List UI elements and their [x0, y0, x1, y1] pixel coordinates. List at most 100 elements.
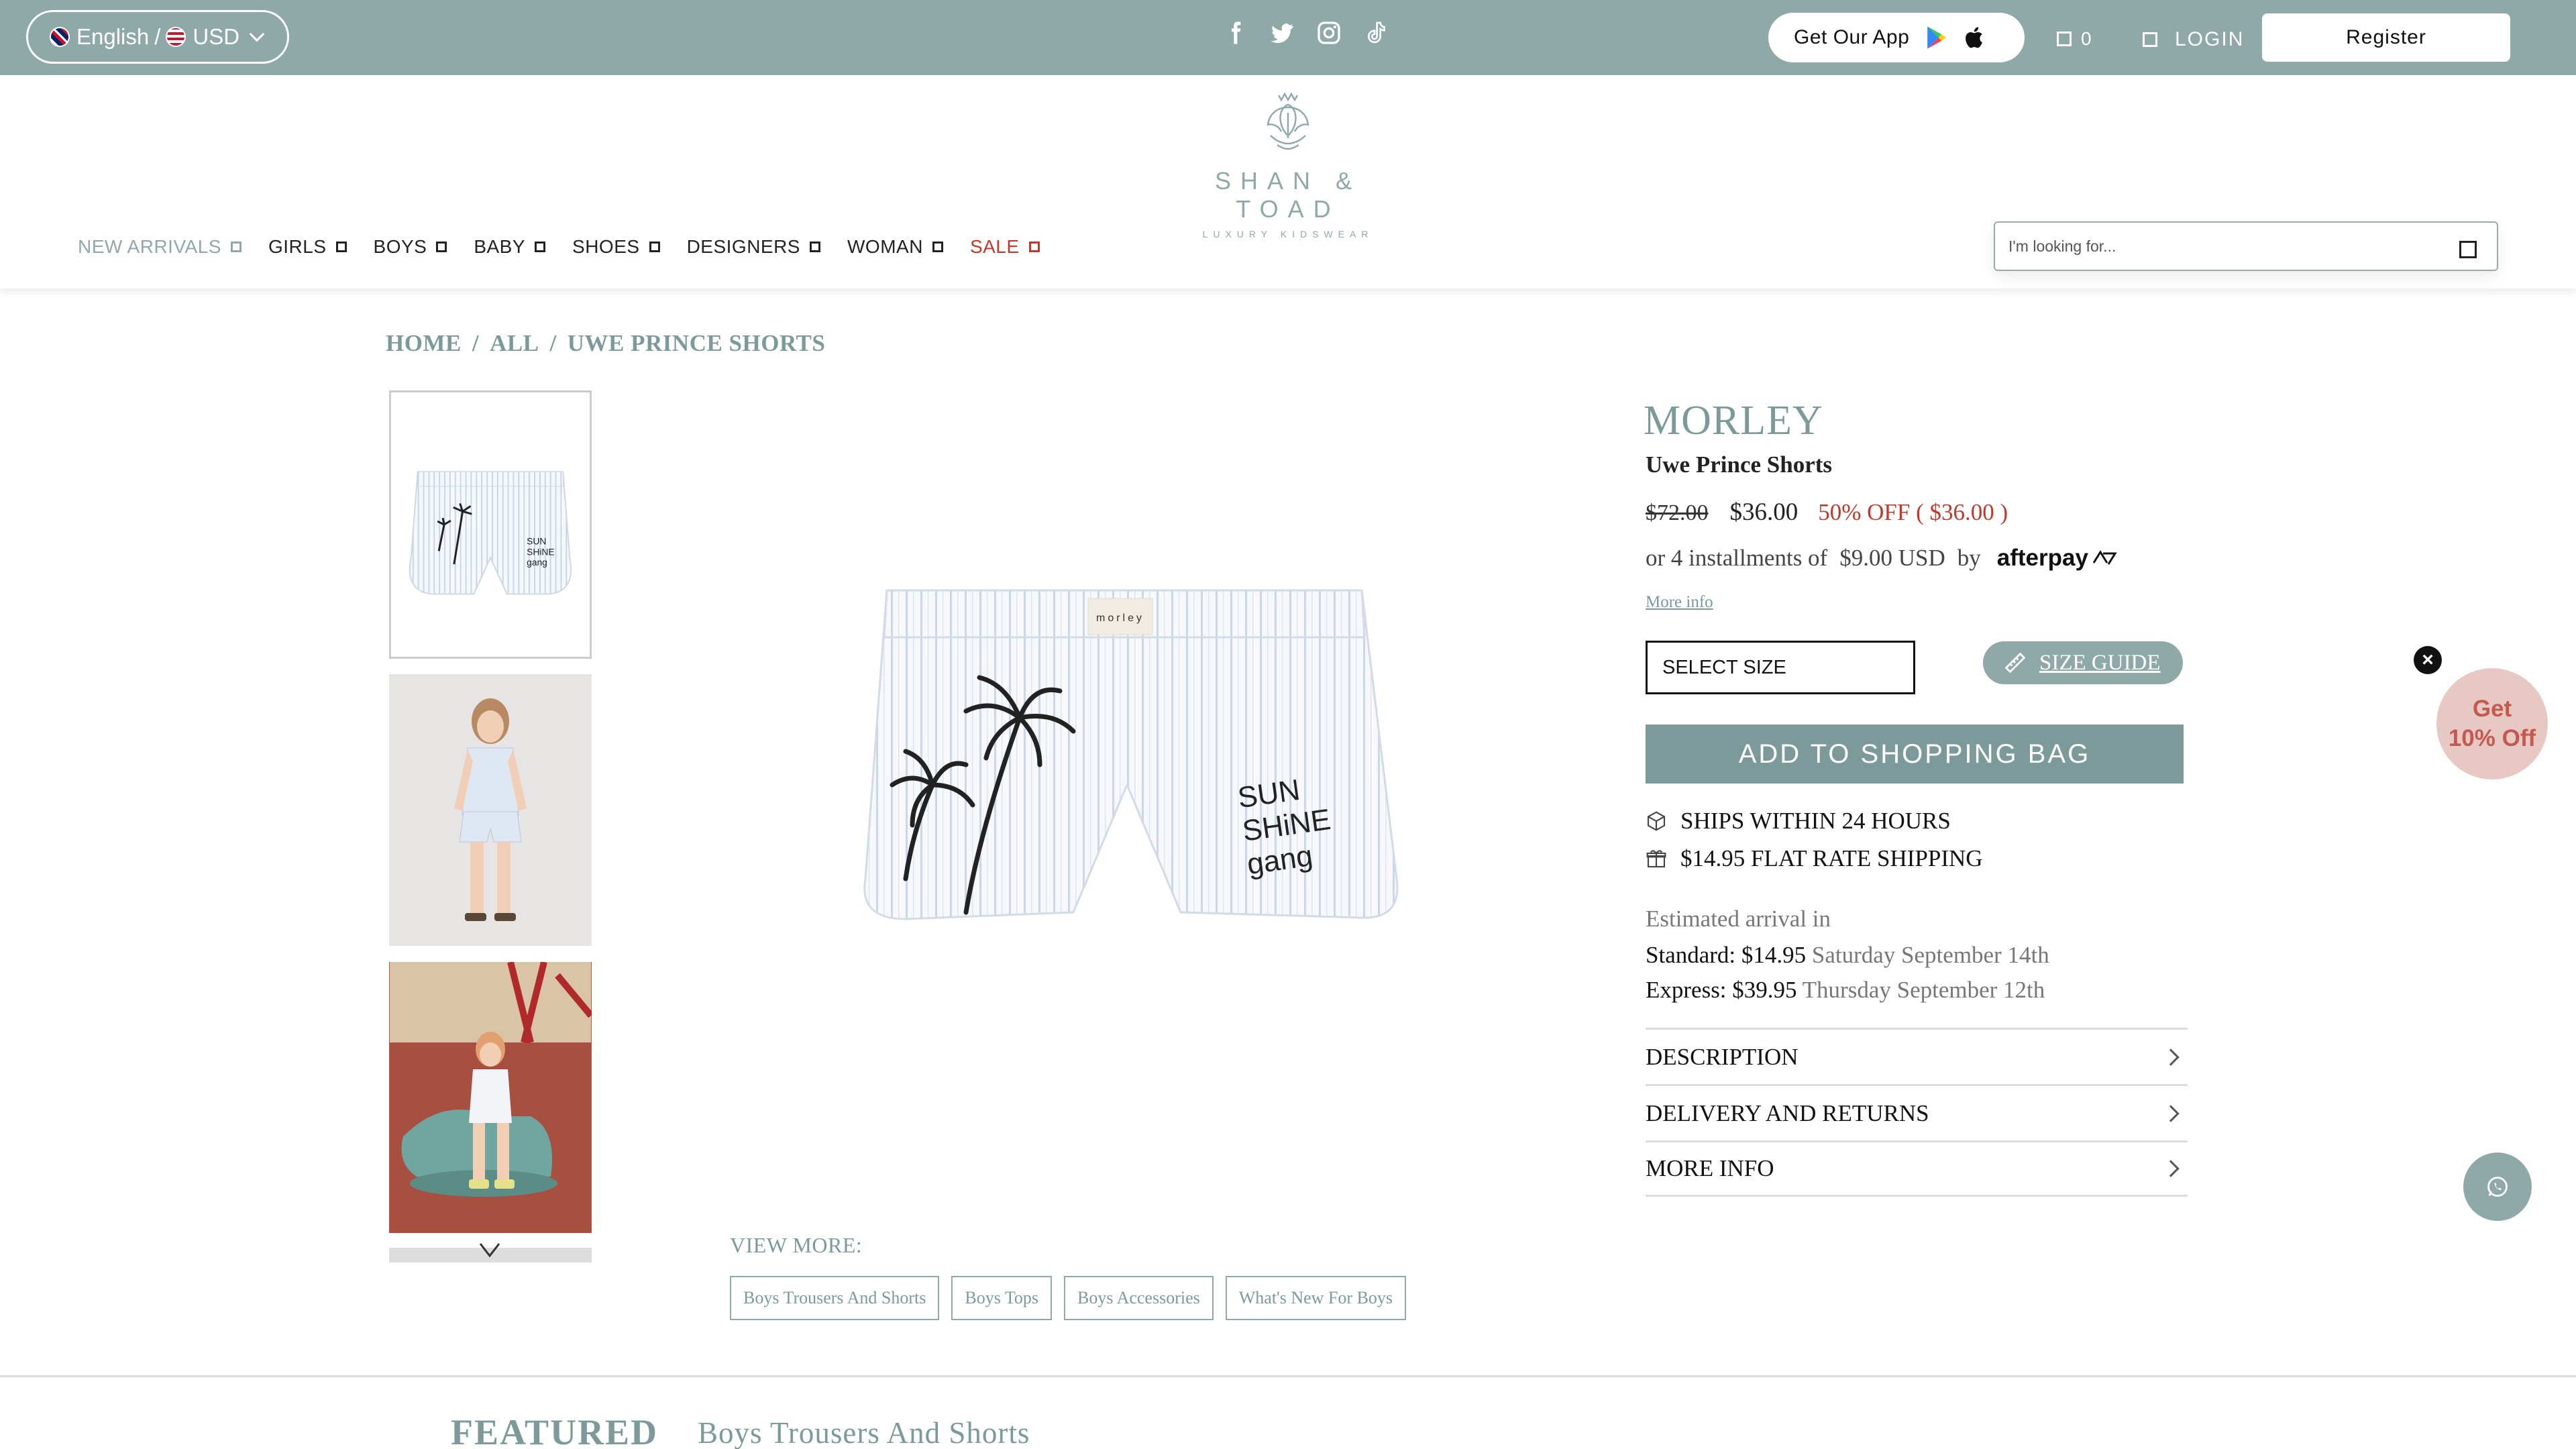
estimated-arrival-label: Estimated arrival in — [1646, 906, 1831, 932]
accordion-label: DESCRIPTION — [1646, 1043, 1799, 1070]
nav-baby[interactable]: BABY — [474, 236, 546, 258]
chevron-down-icon[interactable] — [478, 1237, 502, 1261]
express-arrival: Express: $39.95 Thursday September 12th — [1646, 977, 2045, 1004]
chip-whats-new-boys[interactable]: What's New For Boys — [1225, 1276, 1407, 1320]
chevron-down-icon — [249, 26, 265, 42]
nav-designers[interactable]: DESIGNERS — [687, 236, 820, 258]
product-name: Uwe Prince Shorts — [1646, 451, 1833, 478]
expand-icon — [436, 241, 447, 252]
cart-link[interactable]: 0 — [2057, 28, 2092, 50]
chip-boys-tops[interactable]: Boys Tops — [951, 1276, 1053, 1320]
nav-boys[interactable]: BOYS — [374, 236, 447, 258]
close-icon[interactable]: × — [2414, 646, 2442, 674]
register-button[interactable]: Register — [2262, 13, 2510, 62]
site-logo[interactable]: SHAN & TOAD LUXURY KIDSWEAR — [1167, 86, 1409, 239]
product-brand[interactable]: MORLEY — [1644, 397, 1823, 445]
language-currency-selector[interactable]: English / USD — [26, 10, 289, 64]
ships-within-row: SHIPS WITHIN 24 HOURS — [1646, 808, 1951, 835]
facebook-icon[interactable] — [1221, 19, 1249, 47]
lifestyle-photo-image — [390, 962, 592, 1233]
installments-row: or 4 installments of $9.00 USD by afterp… — [1646, 545, 2118, 572]
tiktok-icon[interactable] — [1362, 19, 1390, 47]
nav-girls[interactable]: GIRLS — [268, 236, 347, 258]
expand-icon — [932, 241, 943, 252]
nav-label: DESIGNERS — [686, 236, 800, 257]
accordion-description[interactable]: DESCRIPTION — [1646, 1028, 2188, 1084]
get-app-button[interactable]: Get Our App — [1768, 13, 2025, 62]
accordion-label: MORE INFO — [1646, 1155, 1774, 1181]
accordion-label: DELIVERY AND RETURNS — [1646, 1099, 1929, 1126]
nav-label: WOMAN — [847, 236, 923, 257]
login-label: LOGIN — [2175, 28, 2245, 50]
expand-icon — [810, 241, 820, 252]
expand-icon — [535, 241, 546, 252]
site-header: SHAN & TOAD LUXURY KIDSWEAR NEW ARRIVALS… — [0, 75, 2576, 288]
apple-icon[interactable] — [1962, 25, 1984, 50]
accordion-more-info[interactable]: MORE INFO — [1646, 1140, 2188, 1197]
chat-button[interactable] — [2463, 1152, 2532, 1221]
featured-subheading[interactable]: Boys Trousers And Shorts — [698, 1415, 1030, 1449]
shorts-thumbnail-image: SUN SHiNE gang — [409, 471, 572, 595]
thumbnail-shorts[interactable]: SUN SHiNE gang — [389, 390, 592, 659]
ruler-icon — [2004, 652, 2026, 674]
cart-count: 0 — [2081, 28, 2092, 49]
breadcrumb-current[interactable]: UWE PRINCE SHORTS — [568, 330, 826, 357]
view-more-chips: Boys Trousers And Shorts Boys Tops Boys … — [730, 1276, 1407, 1320]
nav-label: GIRLS — [268, 236, 327, 257]
original-price: $72.00 — [1646, 500, 1709, 525]
afterpay-logo: afterpay — [1996, 545, 2088, 571]
top-bar: English / USD Get Our App 0 LOGIN Regist… — [0, 0, 2576, 75]
model-photo-image — [390, 674, 591, 946]
installments-by: by — [1957, 545, 1981, 571]
size-guide-button[interactable]: SIZE GUIDE — [1983, 641, 2183, 684]
bag-icon — [2057, 32, 2072, 46]
more-info-link[interactable]: More info — [1646, 593, 1713, 612]
main-product-image[interactable]: morley SUN SHiNE gang — [832, 564, 1422, 1046]
svg-text:SHiNE: SHiNE — [527, 547, 554, 557]
flat-rate-row: $14.95 FLAT RATE SHIPPING — [1646, 845, 1983, 872]
afterpay-icon — [2092, 550, 2117, 565]
nav-shoes[interactable]: SHOES — [572, 236, 660, 258]
standard-date: Saturday September 14th — [1811, 942, 2049, 968]
expand-icon — [1028, 241, 1040, 252]
currency-label: USD — [193, 24, 240, 49]
search-icon[interactable] — [2459, 241, 2477, 258]
svg-text:gang: gang — [527, 557, 547, 568]
login-link[interactable]: LOGIN — [2143, 28, 2244, 51]
expand-icon — [230, 241, 241, 252]
logo-tagline: LUXURY KIDSWEAR — [1202, 229, 1374, 239]
discount-promo-badge[interactable]: Get 10% Off — [2436, 668, 2548, 780]
breadcrumb-home[interactable]: HOME — [386, 330, 462, 357]
size-select[interactable]: SELECT SIZE — [1646, 641, 1915, 694]
nav-woman[interactable]: WOMAN — [847, 236, 943, 258]
promo-line-2: 10% Off — [2448, 725, 2536, 751]
accordion-delivery-returns[interactable]: DELIVERY AND RETURNS — [1646, 1084, 2188, 1140]
svg-text:SUN: SUN — [527, 537, 546, 547]
add-to-bag-button[interactable]: ADD TO SHOPPING BAG — [1646, 724, 2184, 784]
waistband-label: morley — [1096, 612, 1144, 624]
user-icon — [2143, 32, 2157, 47]
product-accordion: DESCRIPTION DELIVERY AND RETURNS MORE IN… — [1646, 1028, 2188, 1197]
search-input[interactable]: I'm looking for... — [1994, 221, 2498, 271]
logo-crest-icon — [1267, 92, 1309, 150]
chip-boys-accessories[interactable]: Boys Accessories — [1064, 1276, 1214, 1320]
google-play-icon[interactable] — [1925, 25, 1948, 50]
nav-new-arrivals[interactable]: NEW ARRIVALS — [78, 236, 241, 258]
thumbnail-model-front[interactable] — [389, 674, 592, 946]
express-date: Thursday September 12th — [1802, 977, 2045, 1003]
standard-price: Standard: $14.95 — [1646, 942, 1807, 968]
twitter-icon[interactable] — [1268, 19, 1296, 47]
breadcrumb: HOME / ALL / UWE PRINCE SHORTS — [386, 330, 825, 357]
view-more-label: VIEW MORE: — [730, 1233, 863, 1257]
nav-sale[interactable]: SALE — [970, 236, 1040, 258]
featured-heading: FEATURED — [451, 1412, 659, 1449]
expand-icon — [335, 241, 347, 252]
social-links — [1221, 19, 1390, 47]
language-label: English — [76, 24, 150, 49]
chip-boys-trousers-shorts[interactable]: Boys Trousers And Shorts — [730, 1276, 940, 1320]
breadcrumb-all[interactable]: ALL — [490, 330, 539, 357]
thumbnail-model-lifestyle[interactable] — [389, 962, 592, 1233]
nav-label: BOYS — [373, 236, 427, 257]
chevron-right-icon — [2162, 1104, 2180, 1122]
instagram-icon[interactable] — [1315, 19, 1343, 47]
